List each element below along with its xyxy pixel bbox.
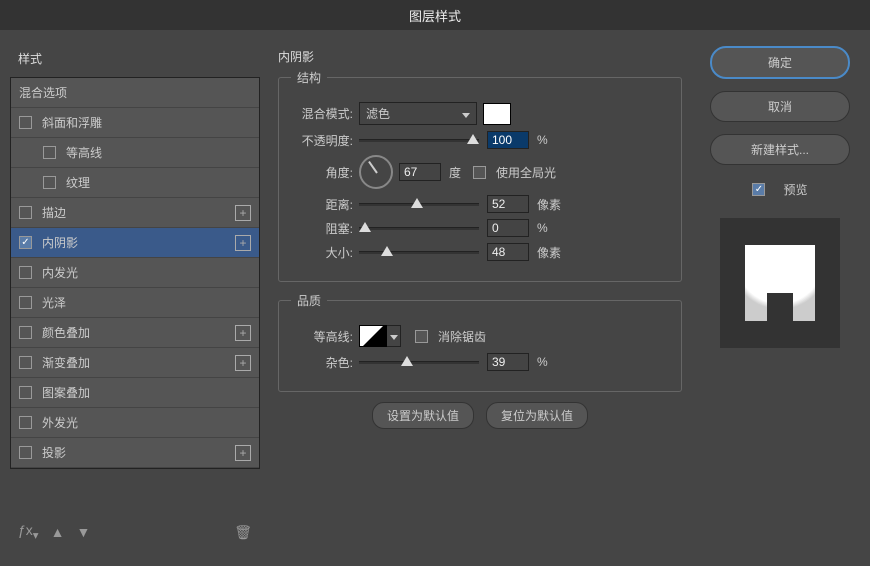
style-item-9[interactable]: 渐变叠加+ (11, 348, 259, 378)
trash-icon[interactable]: 🗑 (234, 524, 252, 541)
style-item-8[interactable]: 颜色叠加+ (11, 318, 259, 348)
contour-label: 等高线: (291, 328, 353, 345)
effect-title: 内阴影 (278, 40, 682, 69)
style-label: 投影 (42, 444, 235, 461)
opacity-slider[interactable] (359, 133, 479, 147)
style-item-10[interactable]: 图案叠加 (11, 378, 259, 408)
chevron-down-icon (462, 107, 470, 121)
style-label: 等高线 (66, 144, 251, 161)
style-label: 描边 (42, 204, 235, 221)
sidebar-header: 样式 (10, 40, 260, 77)
style-label: 图案叠加 (42, 384, 251, 401)
style-checkbox[interactable] (43, 176, 56, 189)
content-panel: 内阴影 结构 混合模式: 滤色 不透明度: % 角度: (260, 40, 700, 550)
add-icon[interactable]: + (235, 355, 251, 371)
global-light-checkbox[interactable] (473, 166, 486, 179)
antialias-checkbox[interactable] (415, 330, 428, 343)
quality-group: 品质 等高线: 消除锯齿 杂色: % (278, 292, 682, 392)
style-checkbox[interactable] (19, 296, 32, 309)
style-item-6[interactable]: 内发光 (11, 258, 259, 288)
fx-icon[interactable]: ƒx▾ (18, 522, 39, 542)
new-style-button[interactable]: 新建样式... (710, 134, 850, 165)
contour-dropdown[interactable] (387, 325, 401, 347)
choke-label: 阻塞: (291, 220, 353, 237)
right-panel: 确定 取消 新建样式... 预览 (700, 40, 860, 550)
style-label: 内阴影 (42, 234, 235, 251)
style-checkbox[interactable] (43, 146, 56, 159)
size-label: 大小: (291, 244, 353, 261)
add-icon[interactable]: + (235, 235, 251, 251)
style-checkbox[interactable] (19, 416, 32, 429)
ok-button[interactable]: 确定 (710, 46, 850, 79)
opacity-label: 不透明度: (291, 132, 353, 149)
style-item-11[interactable]: 外发光 (11, 408, 259, 438)
blend-mode-label: 混合模式: (291, 105, 353, 122)
style-item-2[interactable]: 等高线 (11, 138, 259, 168)
chevron-down-icon (390, 329, 398, 343)
style-checkbox[interactable] (19, 206, 32, 219)
noise-input[interactable] (487, 353, 529, 371)
move-up-icon[interactable]: ▲ (51, 524, 65, 540)
angle-label: 角度: (291, 164, 353, 181)
style-item-12[interactable]: 投影+ (11, 438, 259, 468)
style-checkbox[interactable] (19, 356, 32, 369)
antialias-label: 消除锯齿 (438, 328, 486, 345)
style-item-7[interactable]: 光泽 (11, 288, 259, 318)
style-label: 纹理 (66, 174, 251, 191)
style-item-1[interactable]: 斜面和浮雕 (11, 108, 259, 138)
distance-slider[interactable] (359, 197, 479, 211)
choke-slider[interactable] (359, 221, 479, 235)
add-icon[interactable]: + (235, 205, 251, 221)
choke-input[interactable] (487, 219, 529, 237)
style-item-0[interactable]: 混合选项 (11, 78, 259, 108)
window-title: 图层样式 (409, 6, 461, 25)
add-icon[interactable]: + (235, 325, 251, 341)
style-checkbox[interactable] (19, 266, 32, 279)
style-label: 颜色叠加 (42, 324, 235, 341)
preview-thumbnail (745, 245, 815, 321)
sidebar: 样式 混合选项斜面和浮雕等高线纹理描边+内阴影+内发光光泽颜色叠加+渐变叠加+图… (10, 40, 260, 550)
make-default-button[interactable]: 设置为默认值 (372, 402, 474, 429)
style-checkbox[interactable] (19, 446, 32, 459)
style-label: 内发光 (42, 264, 251, 281)
noise-slider[interactable] (359, 355, 479, 369)
style-checkbox[interactable] (19, 116, 32, 129)
style-checkbox[interactable] (19, 386, 32, 399)
add-icon[interactable]: + (235, 445, 251, 461)
move-down-icon[interactable]: ▼ (77, 524, 91, 540)
preview-label: 预览 (783, 181, 807, 198)
style-checkbox[interactable] (19, 326, 32, 339)
style-label: 斜面和浮雕 (42, 114, 251, 131)
style-item-5[interactable]: 内阴影+ (11, 228, 259, 258)
size-slider[interactable] (359, 245, 479, 259)
style-label: 外发光 (42, 414, 251, 431)
global-light-label: 使用全局光 (496, 164, 556, 181)
opacity-input[interactable] (487, 131, 529, 149)
color-swatch[interactable] (483, 103, 511, 125)
style-item-4[interactable]: 描边+ (11, 198, 259, 228)
angle-input[interactable] (399, 163, 441, 181)
contour-swatch[interactable] (359, 325, 387, 347)
cancel-button[interactable]: 取消 (710, 91, 850, 122)
style-checkbox[interactable] (19, 236, 32, 249)
style-label: 混合选项 (19, 84, 251, 101)
style-item-3[interactable]: 纹理 (11, 168, 259, 198)
structure-legend: 结构 (291, 69, 327, 86)
preview-checkbox[interactable] (752, 183, 765, 196)
blend-mode-dropdown[interactable]: 滤色 (359, 102, 477, 125)
preview-box (720, 218, 840, 348)
style-list: 混合选项斜面和浮雕等高线纹理描边+内阴影+内发光光泽颜色叠加+渐变叠加+图案叠加… (10, 77, 260, 469)
structure-group: 结构 混合模式: 滤色 不透明度: % 角度: 度 (278, 69, 682, 282)
angle-dial[interactable] (359, 155, 393, 189)
noise-label: 杂色: (291, 354, 353, 371)
reset-default-button[interactable]: 复位为默认值 (486, 402, 588, 429)
distance-label: 距离: (291, 196, 353, 213)
sidebar-footer: ƒx▾ ▲ ▼ 🗑 (10, 514, 260, 550)
distance-input[interactable] (487, 195, 529, 213)
title-bar: 图层样式 (0, 0, 870, 30)
quality-legend: 品质 (291, 292, 327, 309)
size-input[interactable] (487, 243, 529, 261)
style-label: 渐变叠加 (42, 354, 235, 371)
style-label: 光泽 (42, 294, 251, 311)
